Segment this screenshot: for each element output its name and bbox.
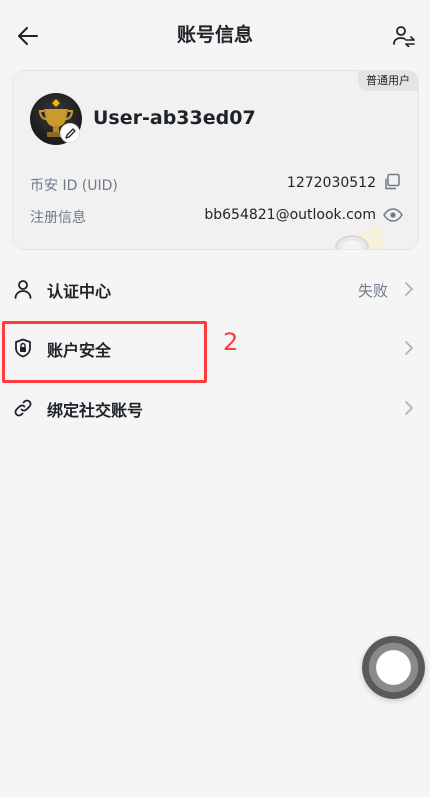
uid-label: 币安 ID (UID) [30,178,118,194]
link-icon [14,399,32,417]
annotation-step-number: 2 [223,328,239,356]
top-bar: 账号信息 [0,0,430,70]
menu-item-label: 绑定社交账号 [47,401,144,420]
chevron-right-icon [405,341,413,355]
eye-icon[interactable] [383,206,403,224]
username: User-ab33ed07 [93,107,256,129]
chevron-right-icon [405,282,413,296]
floating-assistive-button[interactable] [362,636,425,699]
coin-decoration [335,225,382,249]
pencil-icon [64,127,76,139]
edit-avatar-button[interactable] [60,123,80,143]
menu-item-verification-center[interactable]: 认证中心 失败 [0,265,430,313]
menu-item-link-social-accounts[interactable]: 绑定社交账号 [0,384,430,432]
switch-account-button[interactable] [388,20,420,52]
menu-item-label: 认证中心 [47,282,112,301]
annotation-highlight-box [2,321,207,383]
copy-icon[interactable] [383,173,401,191]
page-title: 账号信息 [176,24,253,46]
chevron-right-icon [405,401,413,415]
registration-email: bb654821@outlook.com [204,207,376,223]
user-switch-icon [393,26,415,47]
uid-value: 1272030512 [286,175,376,191]
verification-status: 失败 [357,282,388,300]
user-level-badge: 普通用户 [358,71,418,91]
person-icon [14,280,32,299]
account-info-screen: 账号信息 普通用户 User-ab33ed07 币安 ID (UID) 1272… [0,0,430,797]
profile-card: 普通用户 User-ab33ed07 币安 ID (UID) 127203051… [12,70,419,250]
registration-label: 注册信息 [30,210,86,226]
